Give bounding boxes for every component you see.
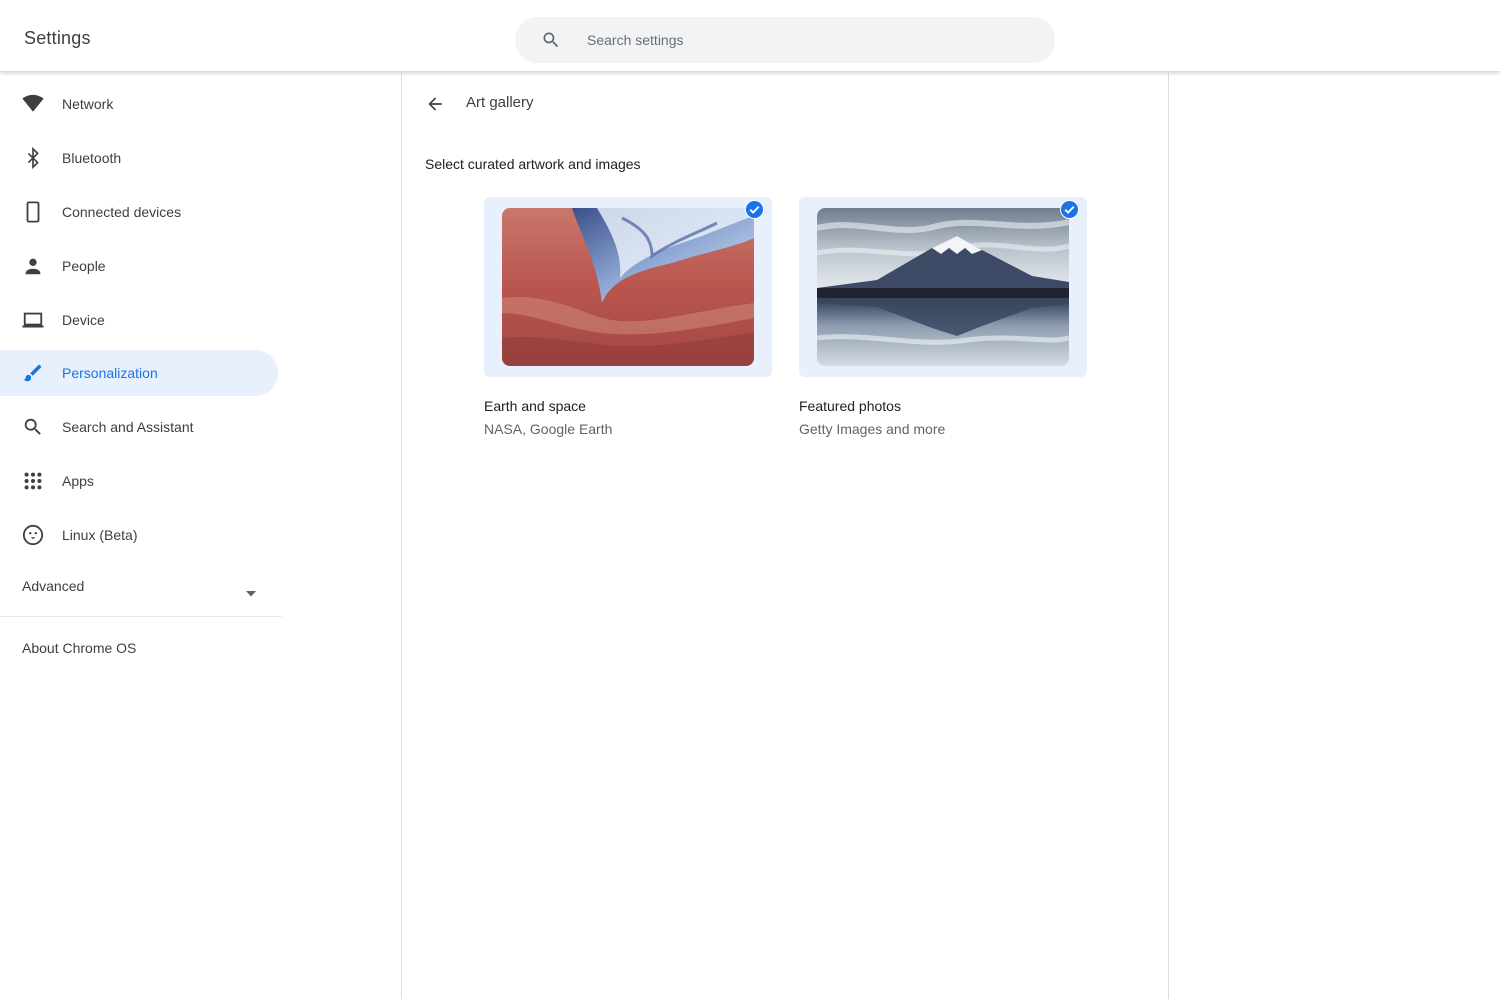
sidebar-item-label: Bluetooth xyxy=(62,150,122,166)
back-arrow-icon xyxy=(428,97,442,111)
page-title: Art gallery xyxy=(466,94,534,111)
brush-icon xyxy=(22,362,44,384)
sidebar-item-linux[interactable]: Linux (Beta) xyxy=(0,512,278,558)
collection-title: Featured photos xyxy=(799,398,901,414)
sidebar-item-label: Connected devices xyxy=(62,204,182,220)
sidebar-divider xyxy=(0,616,282,617)
collection-card-featured-photos[interactable] xyxy=(799,197,1087,377)
earth-and-space-thumbnail xyxy=(502,208,754,366)
sidebar-item-device[interactable]: Device xyxy=(0,297,278,343)
sidebar-item-label: Linux (Beta) xyxy=(62,527,138,543)
person-icon xyxy=(22,255,44,277)
collection-title: Earth and space xyxy=(484,398,586,414)
collection-subtitle: NASA, Google Earth xyxy=(484,421,613,437)
sidebar-item-people[interactable]: People xyxy=(0,243,278,289)
collection-card-earth-and-space[interactable] xyxy=(484,197,772,377)
sidebar-item-label: Device xyxy=(62,312,105,328)
search-input[interactable] xyxy=(587,17,1027,63)
wifi-icon xyxy=(22,93,44,115)
back-button[interactable] xyxy=(422,91,448,117)
sidebar-item-apps[interactable]: Apps xyxy=(0,458,278,504)
sidebar-item-bluetooth[interactable]: Bluetooth xyxy=(0,135,278,181)
search-box[interactable] xyxy=(515,17,1055,63)
sidebar-item-search-and-assistant[interactable]: Search and Assistant xyxy=(0,404,278,450)
sidebar-item-label: Search and Assistant xyxy=(62,419,194,435)
search-icon xyxy=(541,30,561,50)
collection-subtitle: Getty Images and more xyxy=(799,421,946,437)
selected-check-icon xyxy=(745,200,764,219)
sidebar-item-connected-devices[interactable]: Connected devices xyxy=(0,189,278,235)
sidebar-item-label: Network xyxy=(62,96,114,112)
linux-penguin-icon xyxy=(22,524,44,546)
laptop-icon xyxy=(22,309,44,331)
sidebar-item-label: People xyxy=(62,258,106,274)
phone-icon xyxy=(22,201,44,223)
search-icon xyxy=(22,416,44,438)
sidebar-item-label: Apps xyxy=(62,473,94,489)
selected-check-icon xyxy=(1060,200,1079,219)
section-label: Select curated artwork and images xyxy=(425,156,641,172)
main-panel: Art gallery Select curated artwork and i… xyxy=(401,73,1169,999)
sidebar-nav: Network Bluetooth Connected devices Peop… xyxy=(0,73,282,999)
sidebar-item-network[interactable]: Network xyxy=(0,81,278,127)
advanced-label: Advanced xyxy=(22,578,85,594)
apps-grid-icon xyxy=(22,470,44,492)
featured-photos-thumbnail xyxy=(817,208,1069,366)
top-bar: Settings xyxy=(0,0,1500,72)
advanced-toggle[interactable]: Advanced xyxy=(0,563,282,609)
bluetooth-icon xyxy=(22,147,44,169)
about-chrome-os-link[interactable]: About Chrome OS xyxy=(22,640,136,656)
sidebar-item-personalization[interactable]: Personalization xyxy=(0,350,278,396)
app-title: Settings xyxy=(24,28,91,48)
caret-down-icon xyxy=(245,584,257,597)
sidebar-item-label: Personalization xyxy=(62,365,158,381)
